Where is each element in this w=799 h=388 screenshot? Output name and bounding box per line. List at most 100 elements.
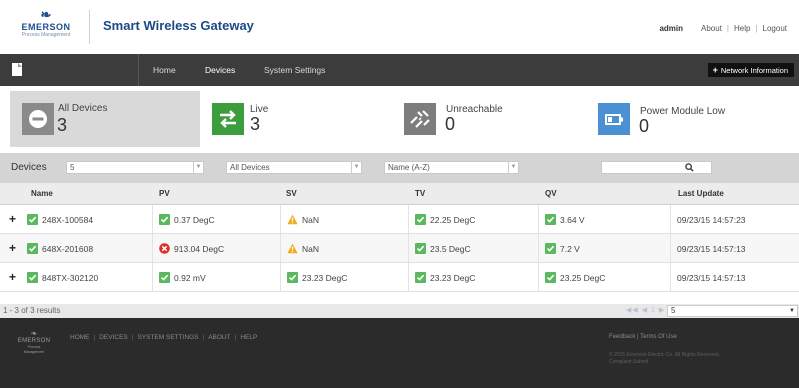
cell-tv-value: 23.23 DegC — [430, 272, 476, 283]
stat-power-module-low[interactable]: Power Module Low 0 — [586, 91, 786, 147]
tab-system-settings[interactable]: System Settings — [264, 54, 325, 86]
cell-tv: 22.25 DegC — [408, 205, 538, 234]
nav-divider — [138, 54, 139, 86]
main-nav: Home Devices System Settings + Network In… — [0, 54, 799, 86]
results-per-page-select[interactable]: 5 ▼ — [667, 305, 798, 317]
cell-qv-value: 3.64 V — [560, 214, 585, 225]
chevron-down-icon: ▼ — [351, 162, 361, 173]
footer-link-system-settings[interactable]: SYSTEM SETTINGS — [137, 334, 198, 341]
search-icon[interactable] — [685, 163, 694, 172]
chevron-down-icon: ▼ — [508, 162, 518, 173]
current-user[interactable]: admin — [659, 24, 683, 33]
error-icon — [159, 243, 170, 254]
top-links: admin About | Help | Logout — [659, 24, 787, 33]
column-header-tv[interactable]: TV — [415, 189, 425, 198]
check-icon — [415, 272, 426, 283]
cell-name[interactable]: 248X-100584 — [27, 205, 152, 234]
cell-name[interactable]: 848TX-302120 — [27, 263, 152, 292]
stat-count: 3 — [250, 114, 261, 134]
cell-name[interactable]: 648X-201608 — [27, 234, 152, 263]
cell-last-update: 09/23/15 14:57:13 — [670, 234, 799, 263]
check-icon — [545, 214, 556, 225]
cell-last-update-value: 09/23/15 14:57:13 — [677, 243, 746, 254]
column-header-last-update[interactable]: Last Update — [678, 189, 724, 198]
check-icon — [27, 243, 38, 254]
emerson-mark-icon: ❧ — [40, 7, 52, 22]
cell-tv: 23.5 DegC — [408, 234, 538, 263]
footer-feedback-links[interactable]: Feedback | Terms Of Use — [609, 334, 677, 340]
search-input[interactable] — [602, 162, 697, 173]
table-row[interactable]: +848TX-302120 0.92 mV 23.23 DegC 23.23 DegC… — [0, 263, 799, 292]
cell-pv: 913.04 DegC — [152, 234, 280, 263]
footer-link-devices[interactable]: DEVICES — [99, 334, 128, 341]
tab-devices[interactable]: Devices — [205, 54, 235, 86]
check-icon — [415, 214, 426, 225]
cell-qv: 7.2 V — [538, 234, 670, 263]
column-header-pv[interactable]: PV — [159, 189, 170, 198]
logout-link[interactable]: Logout — [763, 24, 787, 33]
broken-link-icon — [404, 103, 436, 135]
warning-icon — [287, 214, 298, 225]
arrows-exchange-icon — [212, 103, 244, 135]
cell-qv-value: 23.25 DegC — [560, 272, 606, 283]
cell-last-update-value: 09/23/15 14:57:13 — [677, 272, 746, 283]
about-link[interactable]: About — [701, 24, 722, 33]
table-row[interactable]: +248X-100584 0.37 DegC NaN 22.25 DegC 3.64 V… — [0, 205, 799, 234]
expand-row-icon[interactable]: + — [9, 212, 16, 226]
stat-label: Power Module Low — [640, 106, 726, 117]
cell-name-value: 648X-201608 — [42, 243, 94, 254]
cell-pv-value: 913.04 DegC — [174, 243, 225, 254]
stat-count: 0 — [639, 116, 650, 136]
table-row[interactable]: +648X-201608 913.04 DegC NaN 23.5 DegC 7.2 V… — [0, 234, 799, 263]
cell-tv-value: 22.25 DegC — [430, 214, 476, 225]
check-icon — [27, 214, 38, 225]
cell-tv-value: 23.5 DegC — [430, 243, 471, 254]
battery-low-icon — [598, 103, 630, 135]
stat-count: 3 — [57, 115, 68, 135]
link-separator: | — [726, 24, 729, 33]
page-size-select[interactable]: 5 ▼ — [66, 161, 204, 174]
footer-nav: HOME | DEVICES | SYSTEM SETTINGS | ABOUT… — [70, 334, 258, 341]
home-icon[interactable] — [12, 63, 22, 76]
help-link[interactable]: Help — [734, 24, 750, 33]
footer-link-help[interactable]: HELP — [240, 334, 257, 341]
cell-last-update: 09/23/15 14:57:23 — [670, 205, 799, 234]
cell-last-update-value: 09/23/15 14:57:23 — [677, 214, 746, 225]
network-information-button[interactable]: + Network Information — [707, 63, 794, 77]
cell-tv: 23.23 DegC — [408, 263, 538, 292]
warning-icon — [287, 243, 298, 254]
filter-bar: Devices 5 ▼ All Devices ▼ Name (A-Z) ▼ — [0, 153, 799, 183]
chevron-down-icon: ▼ — [193, 162, 203, 173]
device-filter-select[interactable]: All Devices ▼ — [226, 161, 362, 174]
pagination-bar: 1 - 3 of 3 results ◀◀ ◀ 1 ▶ ▶▶ 5 ▼ — [0, 304, 799, 318]
expand-row-icon[interactable]: + — [9, 241, 16, 255]
column-header-name[interactable]: Name — [31, 189, 53, 198]
cell-name-value: 248X-100584 — [42, 214, 94, 225]
sort-select[interactable]: Name (A-Z) ▼ — [384, 161, 519, 174]
footer-link-home[interactable]: HOME — [70, 334, 90, 341]
check-icon — [545, 272, 556, 283]
stat-unreachable[interactable]: Unreachable 0 — [392, 91, 582, 147]
cell-sv: 23.23 DegC — [280, 263, 408, 292]
footer-link-about[interactable]: ABOUT — [208, 334, 230, 341]
tab-home[interactable]: Home — [153, 54, 176, 86]
column-header-sv[interactable]: SV — [286, 189, 297, 198]
header-divider — [89, 10, 90, 44]
cell-name-value: 848TX-302120 — [42, 272, 99, 283]
table-header: Name PV SV TV QV Last Update — [0, 183, 799, 205]
stat-live[interactable]: Live 3 — [200, 91, 390, 147]
check-icon — [287, 272, 298, 283]
expand-row-icon[interactable]: + — [9, 270, 16, 284]
cell-sv-value: NaN — [302, 243, 320, 254]
app-header: ❧ EMERSON Process Management Smart Wirel… — [0, 0, 799, 54]
cell-pv-value: 0.92 mV — [174, 272, 206, 283]
app-title: Smart Wireless Gateway — [103, 18, 254, 33]
stat-all-devices[interactable]: All Devices 3 — [10, 91, 200, 147]
cell-sv-value: 23.23 DegC — [302, 272, 348, 283]
link-separator: | — [755, 24, 758, 33]
emerson-logo[interactable]: ❧ EMERSON Process Management — [16, 8, 76, 46]
footer: ❧ EMERSON Process Management HOME | DEVI… — [0, 318, 799, 388]
check-icon — [545, 243, 556, 254]
column-header-qv[interactable]: QV — [545, 189, 557, 198]
emerson-mark-icon: ❧ — [30, 329, 38, 338]
